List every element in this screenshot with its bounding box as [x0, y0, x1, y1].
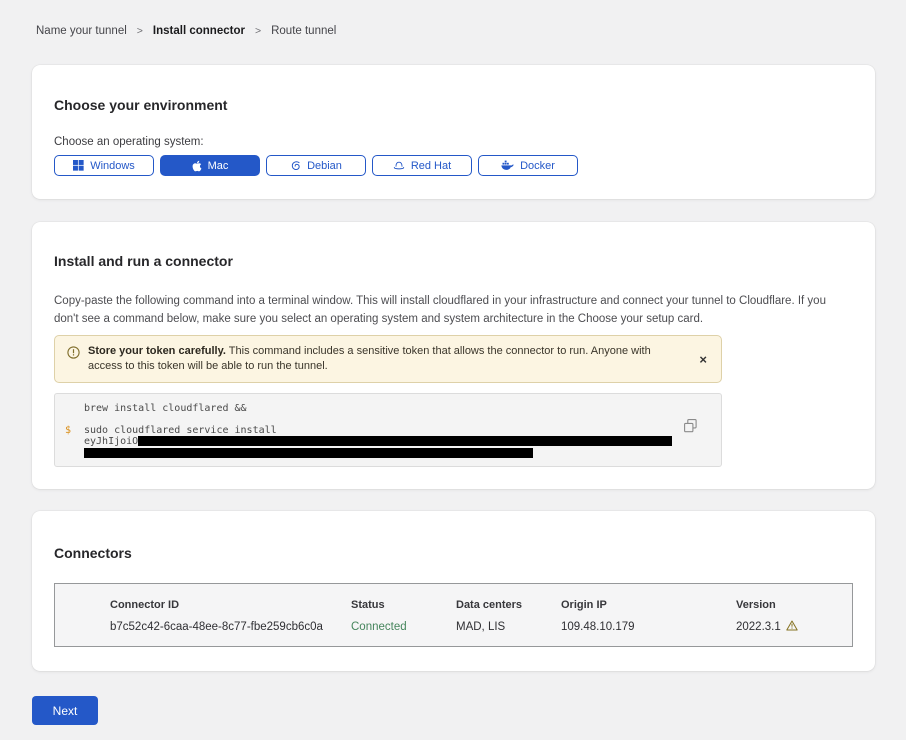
- breadcrumb-separator: >: [255, 25, 261, 37]
- environment-card: Choose your environment Choose an operat…: [32, 65, 875, 199]
- os-select-label: Choose an operating system:: [54, 136, 853, 149]
- os-button-debian[interactable]: Debian: [266, 155, 366, 176]
- install-connector-card: Install and run a connector Copy-paste t…: [32, 222, 875, 489]
- os-button-label: Red Hat: [411, 160, 451, 172]
- table-row: b7c52c42-6caa-48ee-8c77-fbe259cb6c0a Con…: [110, 620, 852, 635]
- column-header-connector-id: Connector ID: [110, 599, 351, 612]
- os-button-label: Docker: [520, 160, 555, 172]
- install-description: Copy-paste the following command into a …: [54, 292, 846, 328]
- breadcrumb-step-route-tunnel[interactable]: Route tunnel: [271, 25, 336, 37]
- token-warning-banner: Store your token carefully. This command…: [54, 335, 722, 383]
- os-button-label: Debian: [307, 160, 342, 172]
- redhat-icon: [393, 160, 405, 171]
- command-line-2: sudo cloudflared service install: [84, 425, 721, 436]
- terminal-command-block: brew install cloudflared && sudo cloudfl…: [54, 393, 722, 467]
- origin-ip-value: 109.48.10.179: [561, 621, 736, 634]
- column-header-data-centers: Data centers: [456, 599, 561, 612]
- os-button-label: Mac: [208, 160, 229, 172]
- token-redaction-bar: [138, 436, 672, 446]
- environment-card-title: Choose your environment: [54, 97, 853, 113]
- shell-prompt: $: [65, 425, 71, 436]
- tunnel-setup-page: Name your tunnel > Install connector > R…: [0, 0, 906, 740]
- connectors-table-header: Connector ID Status Data centers Origin …: [110, 599, 852, 612]
- status-badge: Connected: [351, 621, 456, 634]
- command-line-1: brew install cloudflared &&: [84, 403, 721, 414]
- connectors-card-title: Connectors: [54, 545, 853, 561]
- copy-icon[interactable]: [683, 419, 697, 434]
- version-value: 2022.3.1: [736, 621, 781, 634]
- connector-id-value: b7c52c42-6caa-48ee-8c77-fbe259cb6c0a: [110, 621, 351, 634]
- connectors-card: Connectors Connector ID Status Data cent…: [32, 511, 875, 671]
- breadcrumb: Name your tunnel > Install connector > R…: [0, 0, 906, 37]
- apple-icon: [192, 160, 202, 172]
- command-blank-line: [84, 414, 721, 425]
- install-card-title: Install and run a connector: [54, 253, 853, 269]
- breadcrumb-step-name-your-tunnel[interactable]: Name your tunnel: [36, 25, 127, 37]
- os-button-windows[interactable]: Windows: [54, 155, 154, 176]
- close-icon[interactable]: ×: [699, 353, 707, 366]
- debian-icon: [290, 160, 301, 171]
- os-button-redhat[interactable]: Red Hat: [372, 155, 472, 176]
- os-button-docker[interactable]: Docker: [478, 155, 578, 176]
- info-circle-icon: [67, 346, 80, 364]
- token-warning-text: Store your token carefully. This command…: [88, 344, 664, 374]
- token-line: eyJhIjoiO: [84, 436, 721, 447]
- token-warning-bold: Store your token carefully.: [88, 345, 226, 357]
- os-button-mac[interactable]: Mac: [160, 155, 260, 176]
- windows-icon: [73, 160, 84, 171]
- data-centers-value: MAD, LIS: [456, 621, 561, 634]
- token-prefix: eyJhIjoiO: [84, 436, 138, 447]
- column-header-version: Version: [736, 599, 776, 612]
- docker-icon: [501, 160, 514, 171]
- token-redaction-bar: [84, 448, 533, 458]
- os-button-group: Windows Mac Debian Red Hat: [54, 155, 853, 176]
- column-header-origin-ip: Origin IP: [561, 599, 736, 612]
- os-button-label: Windows: [90, 160, 135, 172]
- connectors-table: Connector ID Status Data centers Origin …: [54, 583, 853, 647]
- breadcrumb-separator: >: [137, 25, 143, 37]
- column-header-status: Status: [351, 599, 456, 612]
- breadcrumb-step-install-connector[interactable]: Install connector: [153, 25, 245, 37]
- warning-triangle-icon: [786, 620, 798, 635]
- next-button[interactable]: Next: [32, 696, 98, 725]
